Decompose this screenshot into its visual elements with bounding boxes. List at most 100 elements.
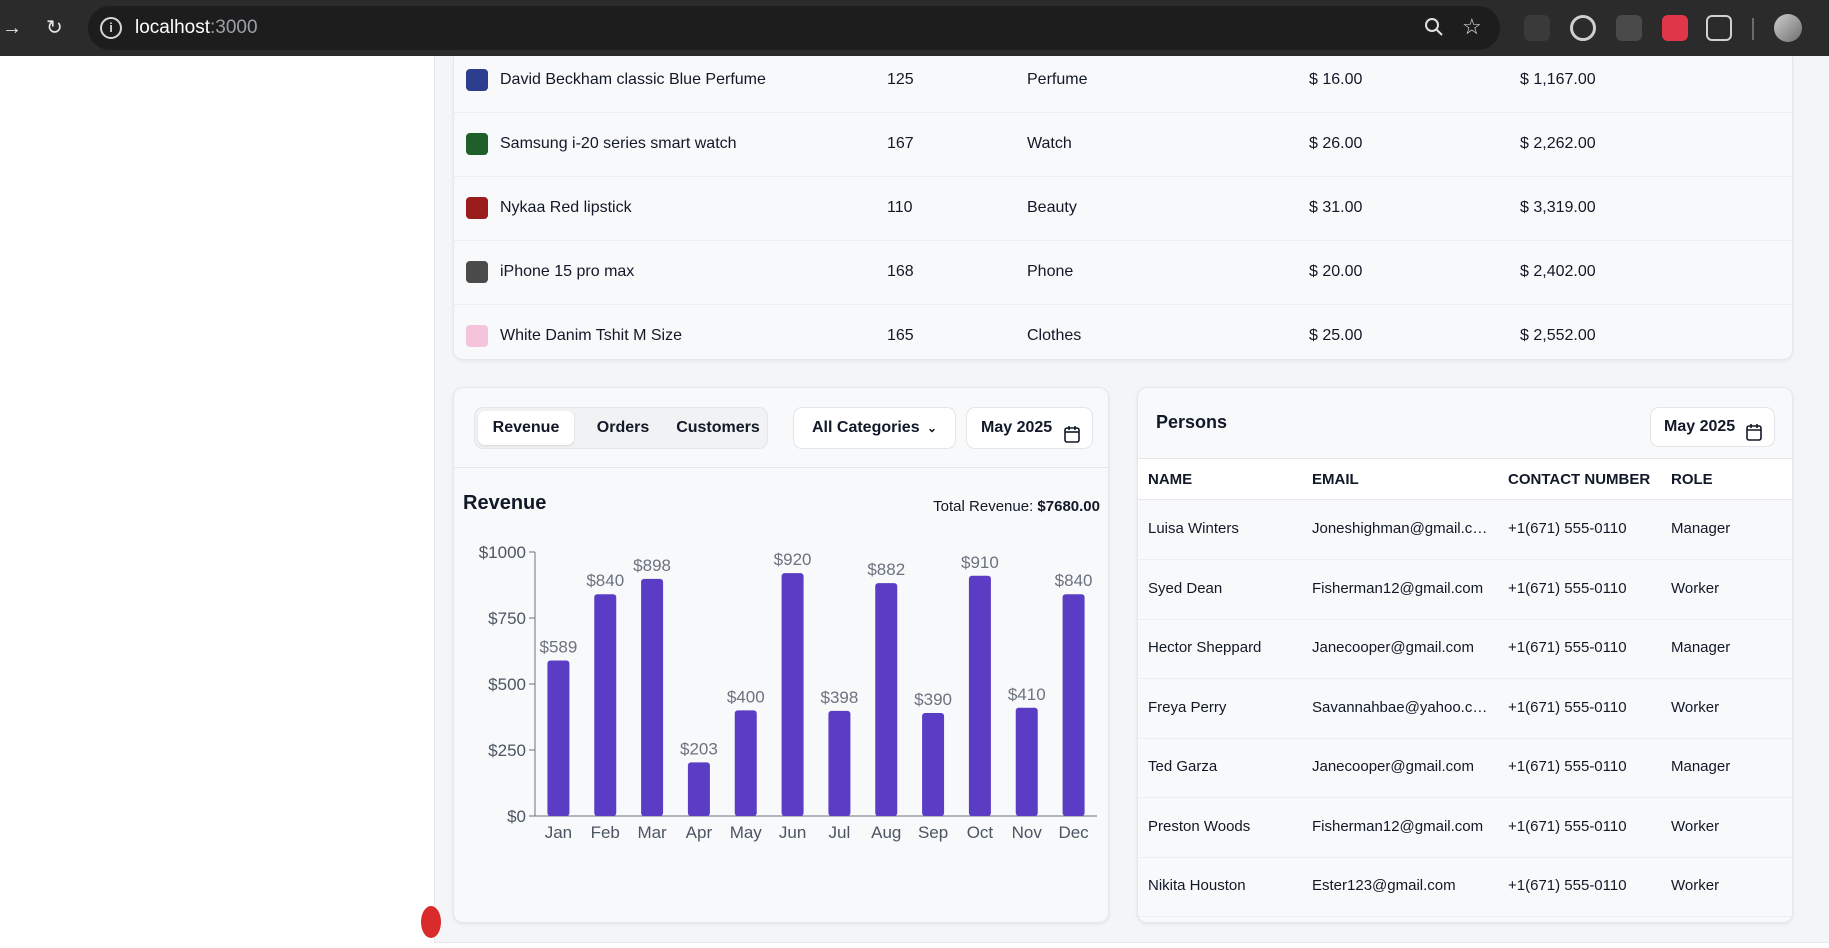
page: David Beckham classic Blue Perfume 125 Per… (0, 56, 1829, 948)
extension-icon[interactable] (1524, 15, 1550, 41)
tab-revenue[interactable]: Revenue (478, 411, 574, 445)
metric-tabs: Revenue Orders Customers (474, 407, 768, 449)
chart-bar (1015, 707, 1038, 816)
product-category: Perfume (1027, 71, 1088, 88)
bookmark-star-icon[interactable]: ☆ (1462, 14, 1482, 40)
person-email: Fisherman12@gmail.com (1312, 579, 1484, 597)
x-tick-label: Jan (545, 823, 572, 842)
table-row[interactable]: Nykaa Red lipstick 110 Beauty $ 31.00 $ 3,31… (454, 177, 1792, 241)
product-total: $ 1,167.00 (1520, 71, 1596, 88)
floating-badge[interactable] (421, 906, 441, 938)
persons-table-header: NAME EMAIL CONTACT NUMBER ROLE (1138, 458, 1792, 500)
person-contact: +1(671) 555-0110 (1508, 817, 1627, 835)
persons-month-select[interactable]: May 2025 (1650, 407, 1775, 447)
table-row[interactable]: Ted Garza Janecooper@gmail.com +1(671) 555… (1138, 739, 1792, 798)
person-role: Manager (1671, 520, 1731, 537)
person-role: Manager (1671, 639, 1731, 656)
toolbar-divider (1752, 18, 1754, 40)
bar-data-label: $400 (727, 687, 765, 706)
table-row[interactable]: Hector Sheppard Janecooper@gmail.com +1(67… (1138, 620, 1792, 679)
table-row[interactable]: Syed Dean Fisherman12@gmail.com +1(671) 55… (1138, 561, 1792, 620)
address-bar[interactable]: i localhost:3000 ☆ (88, 6, 1500, 50)
category-select[interactable]: All Categories ⌄ (793, 407, 956, 449)
column-header-contact: CONTACT NUMBER (1508, 471, 1651, 488)
person-email: Savannahbae@yahoo.com (1312, 698, 1488, 716)
bar-data-label: $920 (774, 550, 812, 569)
chart-bar (641, 578, 664, 816)
bar-data-label: $390 (914, 690, 952, 709)
product-quantity: 125 (887, 71, 914, 88)
x-tick-label: Dec (1058, 823, 1089, 842)
tab-orders[interactable]: Orders (580, 411, 666, 445)
person-contact: +1(671) 555-0110 (1508, 639, 1627, 656)
product-total: $ 3,319.00 (1520, 199, 1596, 216)
table-row[interactable]: iPhone 15 pro max 168 Phone $ 20.00 $ 2,402.… (454, 241, 1792, 305)
person-role: Worker (1671, 817, 1720, 835)
puzzle-extensions-icon[interactable] (1706, 15, 1732, 41)
product-price: $ 16.00 (1309, 71, 1363, 88)
person-email: Fisherman12@gmail.com (1312, 817, 1484, 835)
chevron-down-icon: ⌄ (926, 421, 937, 435)
total-revenue-value: $7680.00 (1037, 498, 1100, 515)
bar-data-label: $203 (680, 739, 718, 758)
product-quantity: 167 (887, 135, 914, 152)
product-price: $ 26.00 (1309, 135, 1363, 152)
chart-bar (875, 583, 898, 816)
revenue-month-select[interactable]: May 2025 (966, 407, 1093, 449)
table-row[interactable]: Luisa Winters Joneshighman@gmail.com +1(67… (1138, 501, 1792, 560)
y-tick-label: $500 (488, 675, 526, 694)
person-name: Ted Garza (1148, 758, 1218, 775)
product-total: $ 2,402.00 (1520, 263, 1596, 280)
product-price: $ 25.00 (1309, 327, 1363, 344)
revenue-card-header: Revenue Orders Customers All Categories … (454, 388, 1108, 468)
forward-icon[interactable]: → (2, 16, 22, 40)
chart-bar (734, 710, 757, 816)
browser-toolbar: → ↻ i localhost:3000 ☆ (0, 0, 1829, 56)
persons-month-label: May 2025 (1664, 418, 1736, 435)
person-role: Worker (1671, 579, 1720, 597)
table-row[interactable]: Preston Woods Fisherman12@gmail.com +1(671… (1138, 799, 1792, 858)
reload-icon[interactable]: ↻ (46, 16, 63, 40)
product-price: $ 20.00 (1309, 263, 1363, 280)
category-select-label: All Categories (812, 419, 920, 436)
y-tick-label: $0 (507, 807, 526, 826)
products-table: David Beckham classic Blue Perfume 125 Per… (453, 56, 1793, 360)
chart-bar (594, 594, 617, 816)
product-quantity: 110 (887, 199, 913, 216)
zoom-icon[interactable] (1424, 16, 1444, 44)
person-contact: +1(671) 555-0110 (1508, 877, 1627, 894)
product-thumbnail (466, 133, 488, 155)
x-tick-label: Apr (686, 823, 713, 842)
revenue-card: Revenue Orders Customers All Categories … (453, 387, 1109, 923)
person-email: Janecooper@gmail.com (1312, 639, 1474, 656)
red-extension-icon[interactable] (1662, 15, 1688, 41)
revenue-bar-chart: $0 $250 $500 $750 $1000 $589 Jan $840 Feb $898 Mar… (479, 543, 1097, 842)
table-row[interactable]: White Danim Tshit M Size 165 Clothes $ 25.0… (454, 305, 1792, 369)
table-row[interactable]: Freya Perry Savannahbae@yahoo.com +1(671) … (1138, 680, 1792, 739)
x-tick-label: May (730, 823, 763, 842)
product-category: Clothes (1027, 327, 1082, 344)
persons-title: Persons (1156, 412, 1228, 432)
bar-data-label: $882 (867, 560, 905, 579)
bar-data-label: $410 (1008, 685, 1046, 704)
x-tick-label: Jun (779, 823, 806, 842)
calendar-icon (1746, 418, 1762, 456)
table-row[interactable]: David Beckham classic Blue Perfume 125 Per… (454, 49, 1792, 113)
url-text[interactable]: localhost:3000 (135, 17, 258, 39)
tab-customers[interactable]: Customers (671, 411, 765, 445)
profile-avatar[interactable] (1774, 14, 1802, 42)
table-row[interactable]: Nikita Houston Ester123@gmail.com +1(671) … (1138, 858, 1792, 917)
target-extension-icon[interactable] (1570, 15, 1596, 41)
table-row[interactable]: Samsung i-20 series smart watch 167 Watch $… (454, 113, 1792, 177)
product-name: Nykaa Red lipstick (500, 199, 632, 216)
robot-extension-icon[interactable] (1616, 15, 1642, 41)
site-info-icon[interactable]: i (100, 17, 122, 39)
product-total: $ 2,262.00 (1520, 135, 1596, 152)
product-price: $ 31.00 (1309, 199, 1363, 216)
product-name: David Beckham classic Blue Perfume (500, 71, 766, 88)
bar-data-label: $840 (586, 571, 624, 590)
person-name: Nikita Houston (1148, 877, 1246, 894)
x-tick-label: Sep (918, 823, 948, 842)
person-role: Worker (1671, 698, 1720, 716)
bar-data-label: $589 (540, 638, 578, 657)
